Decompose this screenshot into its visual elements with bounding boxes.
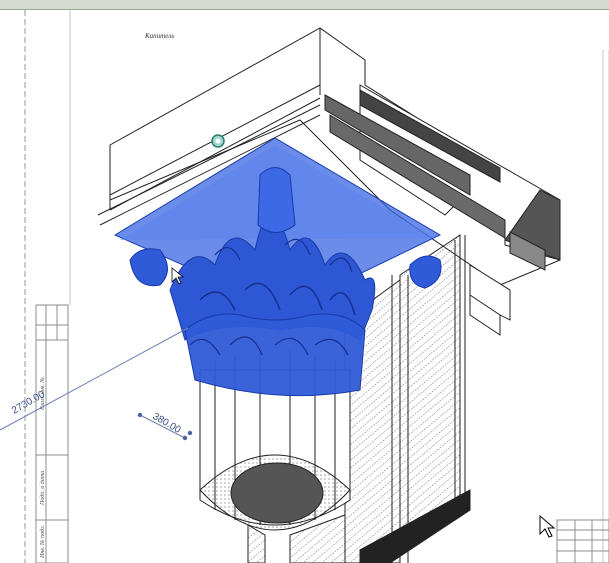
title-block	[556, 519, 609, 563]
view-title-note: Капитель	[144, 32, 174, 40]
mouse-cursor-icon	[539, 514, 556, 538]
sheet-label-2: Подп. и дата	[39, 471, 46, 506]
sheet-label-3: Инв. № подл.	[39, 525, 46, 559]
control-grip-icon[interactable]	[211, 134, 225, 148]
sheet-side-stamp: Взам. инв. № Подп. и дата Инв. № подл.	[35, 304, 69, 563]
dimension-value-small[interactable]: 380.00	[151, 411, 183, 436]
temporary-dimension-small[interactable]: 380.00	[137, 411, 193, 441]
drawing-canvas[interactable]: Взам. инв. № Подп. и дата Инв. № подл. К…	[0, 10, 609, 563]
window-top-bar	[0, 0, 609, 10]
